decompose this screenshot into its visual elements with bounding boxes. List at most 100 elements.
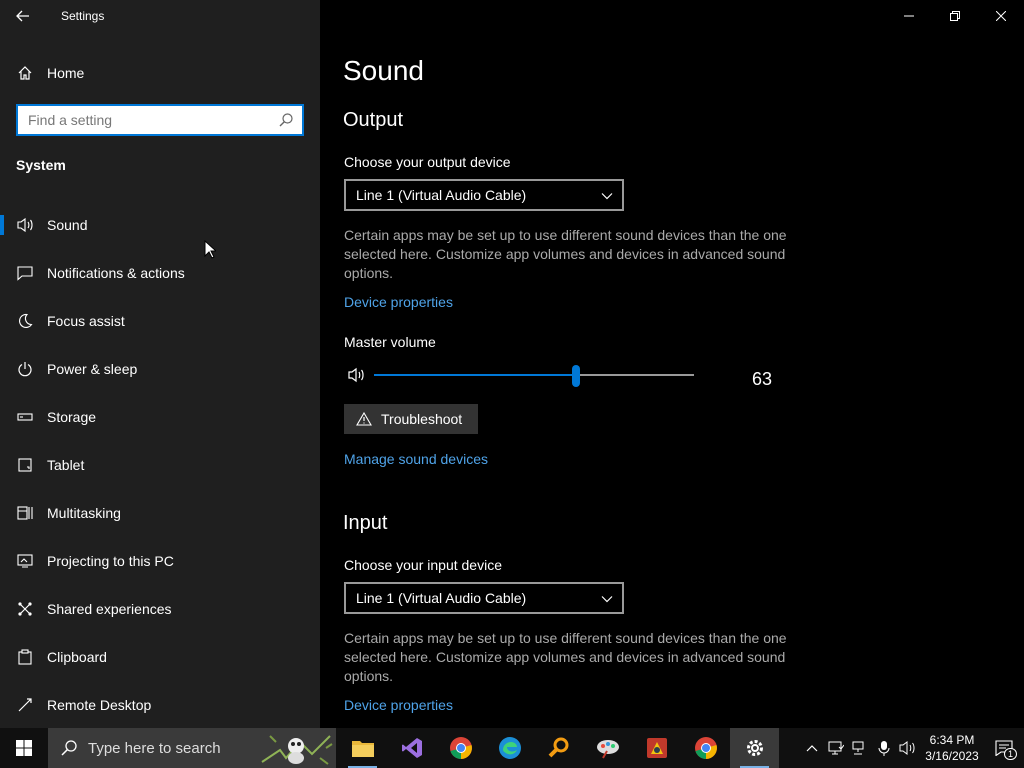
- sidebar-item-label: Clipboard: [47, 649, 107, 665]
- sidebar-item-power-sleep[interactable]: Power & sleep: [0, 345, 320, 393]
- search-icon[interactable]: [278, 112, 294, 128]
- taskbar-app-settings[interactable]: [730, 728, 779, 768]
- edge-icon: [498, 737, 521, 759]
- taskbar-search-box[interactable]: Type here to search: [48, 728, 336, 768]
- shared-icon: [16, 600, 34, 618]
- system-tray: 6:34 PM 3/16/2023 1: [800, 728, 1024, 768]
- tray-volume-button[interactable]: [896, 728, 920, 768]
- tray-microphone-button[interactable]: [872, 728, 896, 768]
- settings-search-box[interactable]: [16, 104, 304, 136]
- magnifier-app-icon: [548, 737, 568, 758]
- search-icon: [61, 740, 77, 756]
- speaker-icon: [16, 216, 34, 234]
- master-volume-slider[interactable]: [374, 365, 694, 387]
- output-heading: Output: [343, 109, 404, 131]
- chrome-icon: [694, 737, 717, 759]
- sidebar-item-storage[interactable]: Storage: [0, 393, 320, 441]
- security-center-icon: [828, 741, 844, 755]
- sidebar-item-notifications[interactable]: Notifications & actions: [0, 249, 320, 297]
- volume-fill: [374, 374, 576, 376]
- taskbar-app-paint[interactable]: [583, 728, 632, 768]
- manage-sound-devices-link[interactable]: Manage sound devices: [344, 451, 488, 467]
- file-explorer-icon: [351, 741, 374, 757]
- power-icon: [16, 360, 34, 378]
- restore-button[interactable]: [932, 0, 978, 32]
- input-device-properties-link[interactable]: Device properties: [344, 697, 453, 713]
- input-device-label: Choose your input device: [344, 557, 502, 573]
- home-label: Home: [47, 65, 85, 81]
- storage-icon: [16, 408, 34, 426]
- projecting-icon: [16, 552, 34, 570]
- windows-logo-icon: [16, 740, 32, 756]
- title-bar: Settings: [0, 0, 320, 32]
- taskbar-app-magnifier[interactable]: [534, 728, 583, 768]
- taskbar-app-chrome-2[interactable]: [681, 728, 730, 768]
- volume-speaker-icon[interactable]: [347, 366, 367, 384]
- taskbar-clock[interactable]: 6:34 PM 3/16/2023: [920, 732, 984, 764]
- multitasking-icon: [16, 504, 34, 522]
- close-button[interactable]: [978, 0, 1024, 32]
- volume-thumb[interactable]: [572, 365, 580, 387]
- sidebar-item-remote-desktop[interactable]: Remote Desktop: [0, 681, 320, 729]
- output-device-dropdown[interactable]: Line 1 (Virtual Audio Cable): [344, 179, 624, 211]
- master-volume-value: 63: [752, 369, 773, 389]
- sidebar-item-label: Projecting to this PC: [47, 553, 174, 569]
- restore-icon: [950, 11, 960, 21]
- chevron-up-icon: [806, 745, 818, 752]
- sidebar-item-sound[interactable]: Sound: [0, 201, 320, 249]
- chrome-icon: [449, 737, 472, 759]
- settings-search-input[interactable]: [28, 112, 268, 128]
- sidebar-item-focus-assist[interactable]: Focus assist: [0, 297, 320, 345]
- microphone-icon: [878, 741, 890, 756]
- settings-gear-icon: [746, 740, 763, 756]
- taskbar-search-label: Type here to search: [88, 739, 221, 757]
- sidebar-nav: Sound Notifications & actions Focus assi…: [0, 201, 320, 729]
- taskbar-app-red[interactable]: [632, 728, 681, 768]
- volume-icon: [899, 741, 915, 755]
- sidebar-item-shared-experiences[interactable]: Shared experiences: [0, 585, 320, 633]
- notification-count-badge: 1: [1003, 748, 1017, 760]
- troubleshoot-button[interactable]: Troubleshoot: [344, 404, 478, 434]
- tray-network-button[interactable]: [848, 728, 872, 768]
- start-button[interactable]: [0, 728, 48, 768]
- minimize-button[interactable]: [886, 0, 932, 32]
- red-app-icon: [646, 738, 667, 758]
- home-icon: [16, 64, 34, 82]
- taskbar-app-visual-studio[interactable]: [387, 728, 436, 768]
- sidebar-item-label: Remote Desktop: [47, 697, 152, 713]
- search-highlight-illustration-icon: [261, 735, 333, 765]
- tray-security-button[interactable]: [824, 728, 848, 768]
- output-device-properties-link[interactable]: Device properties: [344, 294, 453, 310]
- system-group-label: System: [16, 157, 66, 173]
- output-description: Certain apps may be set up to use differ…: [344, 227, 787, 281]
- back-button[interactable]: [0, 0, 46, 32]
- action-center-button[interactable]: 1: [984, 728, 1024, 768]
- master-volume-label: Master volume: [344, 334, 436, 350]
- moon-icon: [16, 312, 34, 330]
- sidebar-item-label: Multitasking: [47, 505, 121, 521]
- input-description: Certain apps may be set up to use differ…: [344, 630, 787, 684]
- sidebar-item-label: Focus assist: [47, 313, 125, 329]
- taskbar-app-file-explorer[interactable]: [338, 728, 387, 768]
- taskbar-app-edge[interactable]: [485, 728, 534, 768]
- sidebar-item-multitasking[interactable]: Multitasking: [0, 489, 320, 537]
- sidebar-item-clipboard[interactable]: Clipboard: [0, 633, 320, 681]
- clock-date: 3/16/2023: [925, 749, 979, 763]
- output-device-value: Line 1 (Virtual Audio Cable): [356, 187, 527, 203]
- sidebar-item-label: Power & sleep: [47, 361, 138, 377]
- sidebar-item-projecting[interactable]: Projecting to this PC: [0, 537, 320, 585]
- sidebar-item-label: Notifications & actions: [47, 265, 185, 281]
- taskbar-app-chrome[interactable]: [436, 728, 485, 768]
- sidebar-item-label: Sound: [47, 217, 88, 233]
- network-icon: [852, 741, 864, 755]
- remote-desktop-icon: [16, 696, 34, 714]
- sidebar-item-tablet[interactable]: Tablet: [0, 441, 320, 489]
- paint-app-icon: [596, 740, 619, 759]
- warning-icon: [356, 412, 372, 426]
- tray-overflow-button[interactable]: [800, 728, 824, 768]
- input-device-dropdown[interactable]: Line 1 (Virtual Audio Cable): [344, 582, 624, 614]
- mouse-cursor-icon: [204, 240, 216, 259]
- home-nav-item[interactable]: Home: [0, 56, 320, 90]
- tablet-icon: [16, 456, 34, 474]
- sidebar-item-label: Tablet: [47, 457, 85, 473]
